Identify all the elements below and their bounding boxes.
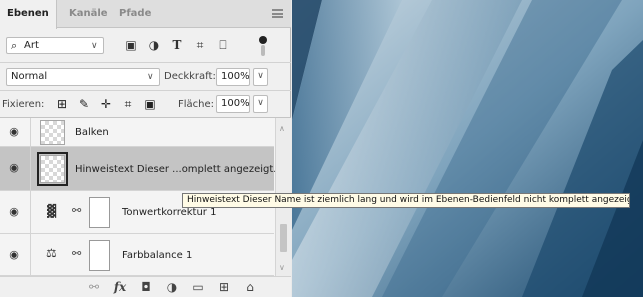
scroll-up-arrow-icon[interactable]: ∧ bbox=[279, 124, 285, 133]
tab-pfade[interactable]: Pfade bbox=[112, 0, 158, 28]
lock-label: Fixieren: bbox=[2, 99, 45, 110]
fill-label: Fläche: bbox=[178, 99, 215, 110]
panel-menu-icon[interactable] bbox=[272, 9, 283, 18]
link-chain-icon[interactable]: ⚯ bbox=[72, 247, 81, 260]
visibility-eye-icon[interactable]: ◉ bbox=[6, 125, 22, 141]
chevron-down-icon: ∨ bbox=[91, 41, 98, 51]
layer-separator bbox=[30, 191, 31, 233]
adjustment-icon[interactable]: ◑ bbox=[165, 280, 179, 294]
mask-icon[interactable]: ◘ bbox=[139, 280, 153, 294]
lock-all-icon[interactable]: ▣ bbox=[143, 97, 157, 111]
panel-tab-bar: Ebenen Kanäle Pfade bbox=[0, 0, 291, 29]
filter-toggle-switch[interactable] bbox=[258, 36, 268, 56]
type-filter-icon[interactable]: T bbox=[170, 38, 184, 52]
search-icon: ⌕ bbox=[11, 39, 18, 52]
lock-image-pixels-icon[interactable]: ✎ bbox=[77, 97, 91, 111]
layer-name: Hinweistext Dieser ...omplett angezeigt. bbox=[75, 164, 277, 175]
fill-field[interactable]: 100% bbox=[216, 95, 250, 113]
layers-footer-toolbar: ⚯ fx ◘ ◑ ▭ ⊞ ⌂ bbox=[0, 276, 291, 297]
scrollbar-thumb[interactable] bbox=[280, 224, 287, 252]
layer-name: Balken bbox=[75, 127, 109, 138]
image-filter-icon[interactable]: ▣ bbox=[124, 38, 138, 52]
link-chain-icon[interactable]: ⚯ bbox=[72, 204, 81, 217]
layer-row-farbbalance[interactable]: ◉ ⚖ ⚯ Farbbalance 1 bbox=[0, 234, 274, 276]
layers-panel: Ebenen Kanäle Pfade ⌕ Art ∨ ▣ ◑ T ⌗ ⎕ No… bbox=[0, 0, 291, 297]
layer-mask-thumbnail[interactable] bbox=[89, 240, 110, 271]
chevron-down-icon: ∨ bbox=[147, 72, 154, 82]
adjustment-filter-icon[interactable]: ◑ bbox=[147, 38, 161, 52]
document-canvas[interactable] bbox=[292, 0, 643, 297]
layer-filter-row: ⌕ Art ∨ ▣ ◑ T ⌗ ⎕ bbox=[0, 28, 291, 63]
blend-mode-select[interactable]: Normal ∨ bbox=[6, 68, 160, 86]
blend-mode-value: Normal bbox=[11, 71, 48, 82]
visibility-eye-icon[interactable]: ◉ bbox=[6, 161, 22, 177]
layer-row-hinweistext[interactable]: ◉ Hinweistext Dieser ...omplett angezeig… bbox=[0, 147, 277, 191]
layer-name: Farbbalance 1 bbox=[122, 250, 193, 261]
color-balance-adjustment-icon: ⚖ bbox=[46, 246, 57, 260]
shape-filter-icon[interactable]: ⌗ bbox=[193, 38, 207, 53]
visibility-eye-icon[interactable]: ◉ bbox=[6, 205, 22, 221]
filter-kind-select[interactable]: ⌕ Art ∨ bbox=[6, 37, 104, 54]
fx-icon[interactable]: fx bbox=[113, 280, 127, 294]
new-layer-icon[interactable]: ⊞ bbox=[217, 280, 231, 294]
lock-artboard-icon[interactable]: ⌗ bbox=[121, 97, 135, 112]
fill-dropdown-button[interactable]: ∨ bbox=[253, 95, 268, 113]
opacity-field[interactable]: 100% bbox=[216, 68, 250, 86]
visibility-eye-icon[interactable]: ◉ bbox=[6, 248, 22, 264]
layer-separator bbox=[30, 118, 31, 146]
layer-mask-thumbnail[interactable] bbox=[89, 197, 110, 228]
group-folder-icon[interactable]: ▭ bbox=[191, 280, 205, 294]
tab-ebenen[interactable]: Ebenen bbox=[0, 0, 57, 29]
link-icon[interactable]: ⚯ bbox=[87, 280, 101, 294]
canvas-artwork bbox=[292, 0, 643, 297]
layer-separator bbox=[30, 147, 31, 190]
lock-row: Fixieren: ⊞ ✎ ✛ ⌗ ▣ Fläche: 100% ∨ bbox=[0, 91, 291, 118]
filter-kind-label: Art bbox=[24, 40, 39, 51]
layer-name-tooltip: Hinweistext Dieser Name ist ziemlich lan… bbox=[182, 193, 630, 208]
tab-kanaele[interactable]: Kanäle bbox=[62, 0, 115, 28]
layer-name: Tonwertkorrektur 1 bbox=[122, 207, 217, 218]
scroll-down-arrow-icon[interactable]: ∨ bbox=[279, 263, 285, 272]
layer-separator bbox=[30, 234, 31, 275]
smartobject-filter-icon[interactable]: ⎕ bbox=[216, 38, 230, 53]
layer-row-balken[interactable]: ◉ Balken bbox=[0, 118, 274, 147]
lock-position-icon[interactable]: ✛ bbox=[99, 97, 113, 111]
levels-adjustment-icon: ▓ bbox=[47, 204, 57, 218]
layer-thumbnail bbox=[37, 152, 68, 186]
blend-row: Normal ∨ Deckkraft: 100% ∨ bbox=[0, 63, 291, 91]
opacity-label: Deckkraft: bbox=[164, 71, 216, 82]
layer-thumbnail bbox=[40, 120, 65, 145]
lock-transparent-pixels-icon[interactable]: ⊞ bbox=[55, 97, 69, 111]
trash-icon[interactable]: ⌂ bbox=[243, 280, 257, 294]
opacity-dropdown-button[interactable]: ∨ bbox=[253, 68, 268, 86]
